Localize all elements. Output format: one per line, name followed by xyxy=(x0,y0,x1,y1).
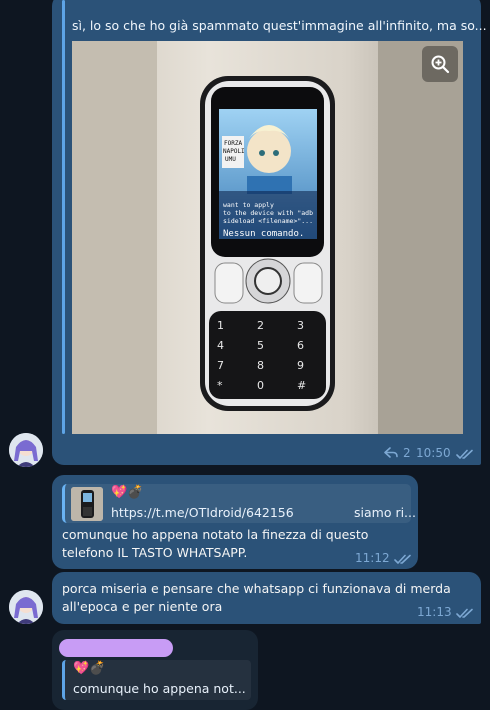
replies-count: 2 xyxy=(403,446,411,460)
message-time: 11:12 xyxy=(355,551,390,565)
message-bubble-1[interactable]: sì, lo so che ho già spammato quest'imma… xyxy=(52,0,487,465)
avatar-image xyxy=(9,590,43,624)
message-text: porca miseria e pensare che whatsapp ci … xyxy=(62,581,451,614)
svg-text:FORZA: FORZA xyxy=(224,140,242,147)
svg-text:4: 4 xyxy=(217,339,224,352)
svg-text:*: * xyxy=(217,379,223,392)
double-check-icon xyxy=(456,449,473,459)
message-time: 11:13 xyxy=(417,605,452,619)
avatar-image xyxy=(9,433,43,467)
avatar[interactable] xyxy=(9,433,43,467)
phone-thumbnail-icon xyxy=(71,487,103,521)
svg-text:9: 9 xyxy=(297,359,304,372)
link-preview-emoji: 💖💣 xyxy=(111,485,144,500)
message-photo[interactable]: FORZA NAPOLI UMU want to apply to the de… xyxy=(72,41,463,434)
svg-text:1: 1 xyxy=(217,319,224,332)
replies-counter[interactable]: 2 xyxy=(384,446,411,460)
bubble-left-bar xyxy=(62,0,65,434)
svg-text:to the device with "adb: to the device with "adb xyxy=(223,209,313,217)
quote-emoji: 💖💣 xyxy=(73,661,106,676)
svg-text:3: 3 xyxy=(297,319,304,332)
reply-quote[interactable]: 💖💣 comunque ho appena not... xyxy=(62,660,251,700)
sender-name[interactable] xyxy=(59,639,173,657)
link-preview-url[interactable]: https://t.me/OTIdroid/642156 xyxy=(111,505,294,520)
quote-text: comunque ho appena not... xyxy=(73,681,246,696)
double-check-icon xyxy=(394,554,411,564)
link-preview-snippet: siamo ri... xyxy=(354,505,416,520)
photo-phone-illustration: FORZA NAPOLI UMU want to apply to the de… xyxy=(72,41,463,434)
svg-text:#: # xyxy=(297,379,306,392)
svg-text:8: 8 xyxy=(257,359,264,372)
svg-text:7: 7 xyxy=(217,359,224,372)
double-check-icon xyxy=(456,608,473,618)
zoom-in-icon xyxy=(431,55,450,74)
message-bubble-3[interactable]: porca miseria e pensare che whatsapp ci … xyxy=(52,572,481,624)
svg-text:sideload <filename>"...: sideload <filename>"... xyxy=(223,217,313,225)
svg-text:0: 0 xyxy=(257,379,264,392)
svg-text:2: 2 xyxy=(257,319,264,332)
message-time: 10:50 xyxy=(416,446,451,460)
svg-text:Nessun comando.: Nessun comando. xyxy=(223,229,304,239)
reply-icon xyxy=(384,447,398,458)
message-bubble-2[interactable]: 💖💣 https://t.me/OTIdroid/642156 siamo ri… xyxy=(52,475,418,569)
message-bubble-4[interactable]: 💖💣 comunque ho appena not... xyxy=(52,630,258,710)
message-text: sì, lo so che ho già spammato quest'imma… xyxy=(72,18,487,33)
svg-text:NAPOLI: NAPOLI xyxy=(223,148,245,155)
link-preview[interactable]: 💖💣 https://t.me/OTIdroid/642156 siamo ri… xyxy=(62,484,416,523)
svg-text:UMU: UMU xyxy=(225,156,236,163)
link-preview-thumbnail xyxy=(71,487,103,521)
svg-text:6: 6 xyxy=(297,339,304,352)
zoom-in-button[interactable] xyxy=(422,46,458,82)
avatar[interactable] xyxy=(9,590,43,624)
svg-text:5: 5 xyxy=(257,339,264,352)
svg-text:want to apply: want to apply xyxy=(223,201,274,209)
